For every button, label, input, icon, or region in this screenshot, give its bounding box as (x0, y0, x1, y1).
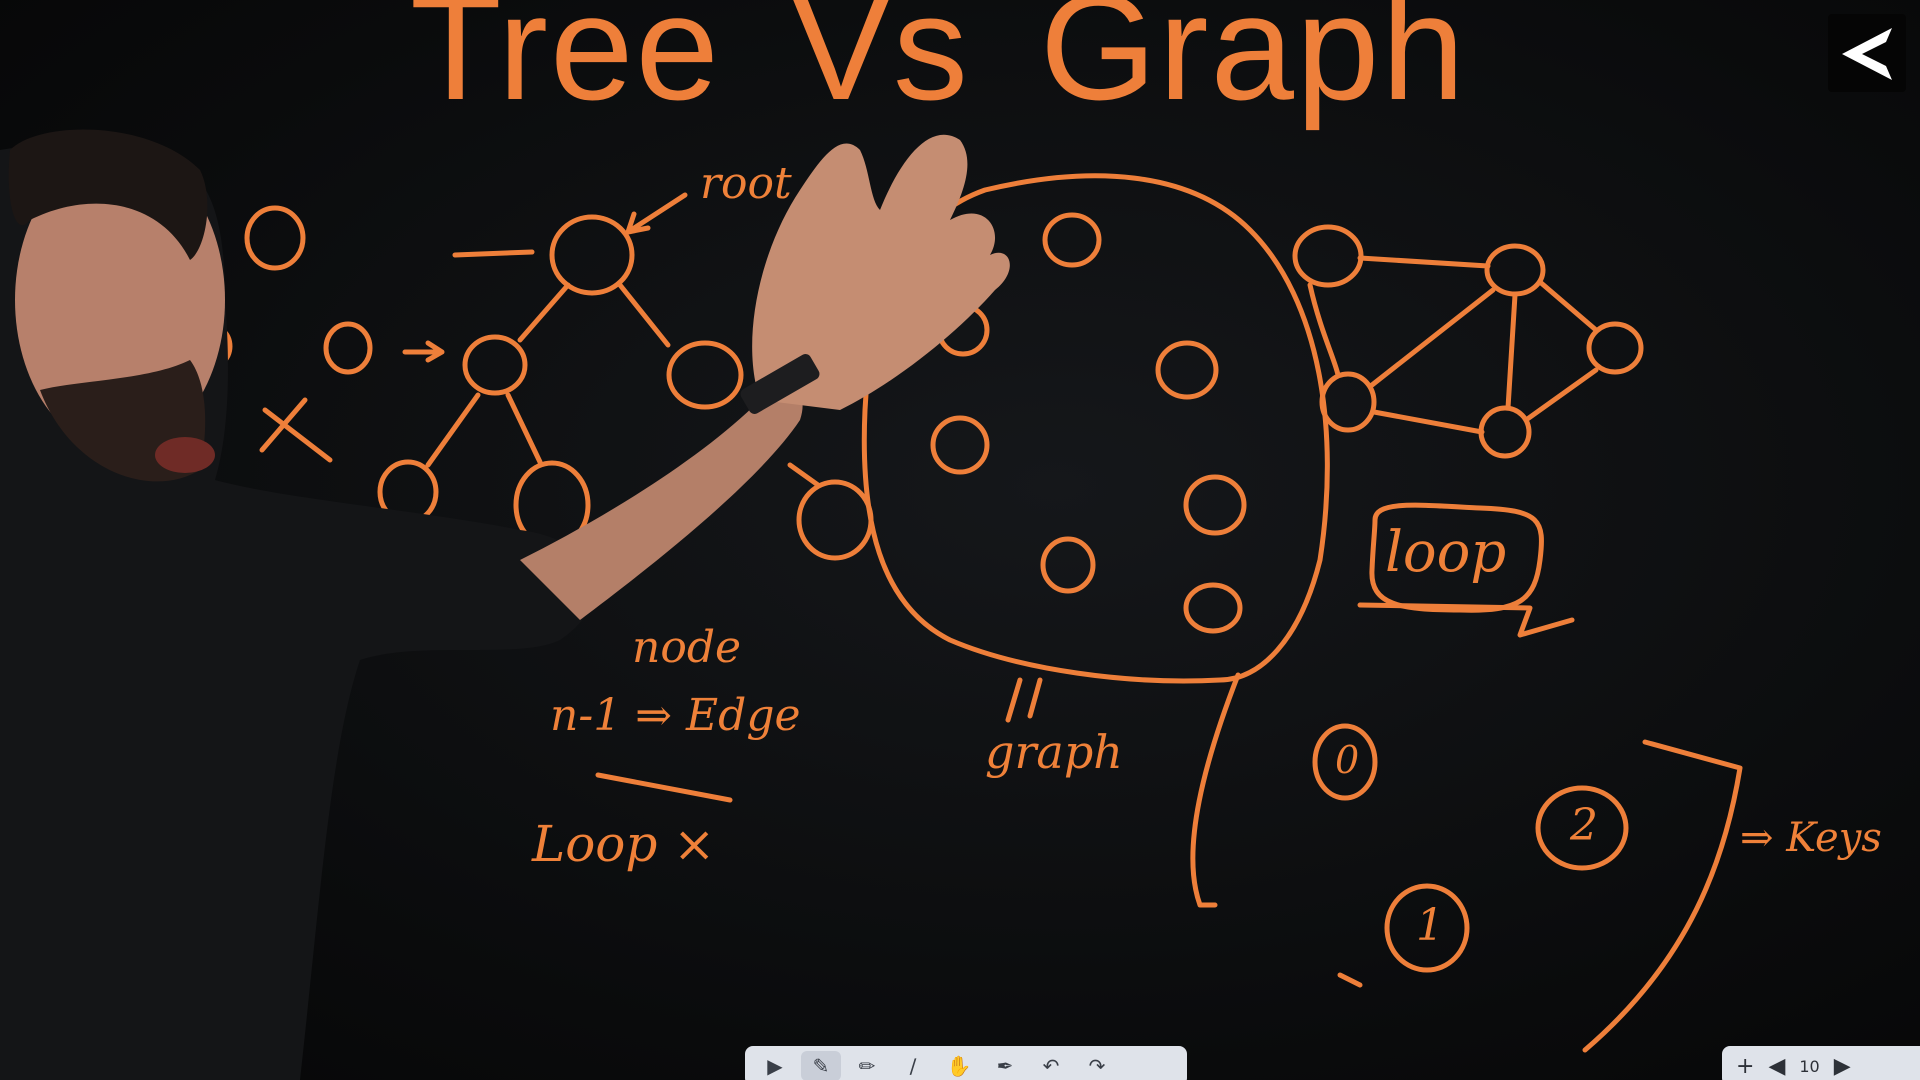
node-0-label: 0 (1335, 738, 1360, 782)
annotation-loop-no: Loop × (532, 815, 716, 873)
highlighter-icon[interactable]: ✏ (847, 1051, 887, 1080)
tree-node-isolated (244, 205, 306, 271)
tree-node-mid-right (666, 340, 744, 410)
root-arrow (625, 192, 688, 235)
node-1-label: 1 (1416, 900, 1444, 951)
tree-edge-root-right (617, 282, 671, 348)
pen-icon[interactable]: ✎ (801, 1051, 841, 1080)
marker-icon[interactable]: ✒ (985, 1051, 1025, 1080)
page-number: 10 (1799, 1056, 1820, 1076)
tree-edge-leaf-1 (425, 392, 481, 468)
logo-icon (1842, 28, 1892, 80)
tree-node-small (323, 321, 373, 375)
blackboard-drawing (0, 129, 1743, 1080)
presenter-silhouette (0, 129, 1010, 1080)
page-toolbar: + ◀ 10 ▶ (1722, 1046, 1920, 1080)
graph-leader-line (1190, 672, 1241, 908)
pointer-icon[interactable]: ▶ (755, 1051, 795, 1080)
video-frame: Tree Vs Graph root node n-1 ⇒ Edge Loop … (0, 0, 1920, 1080)
annotation-node: node (632, 622, 742, 673)
redo-icon[interactable]: ↷ (1077, 1051, 1117, 1080)
keys-bracket (1582, 739, 1743, 1053)
annotation-loop: loop (1385, 520, 1507, 585)
tree-node-mid-left (462, 334, 528, 396)
tree-edge-leaf-2 (505, 392, 543, 465)
tree-node-leaf-3 (796, 479, 874, 561)
cross-mark (259, 397, 333, 463)
next-page-icon[interactable]: ▶ (1834, 1054, 1851, 1079)
add-page-icon[interactable]: + (1736, 1054, 1754, 1079)
whiteboard-toolbar: ▶ ✎ ✏ ∕ ✋ ✒ ↶ ↷ (745, 1046, 1187, 1080)
line-icon[interactable]: ∕ (893, 1051, 933, 1080)
annotation-edge: n-1 ⇒ Edge (550, 690, 801, 741)
tree-edge-root-left (517, 282, 571, 343)
annotation-keys: ⇒ Keys (1740, 815, 1882, 861)
node-2-label: 2 (1570, 800, 1598, 851)
hand-icon[interactable]: ✋ (939, 1051, 979, 1080)
annotation-root: root (700, 158, 792, 209)
tree-edge-leaf-3 (787, 462, 821, 488)
tree-root-node (549, 214, 635, 296)
previous-page-icon[interactable]: ◀ (1768, 1054, 1785, 1079)
undo-icon[interactable]: ↶ (1031, 1051, 1071, 1080)
dash-mark (452, 249, 535, 258)
annotation-graph: graph (985, 725, 1123, 779)
graph-label-strokes (1005, 677, 1043, 723)
channel-logo (1828, 14, 1906, 92)
small-arrow (402, 340, 445, 363)
